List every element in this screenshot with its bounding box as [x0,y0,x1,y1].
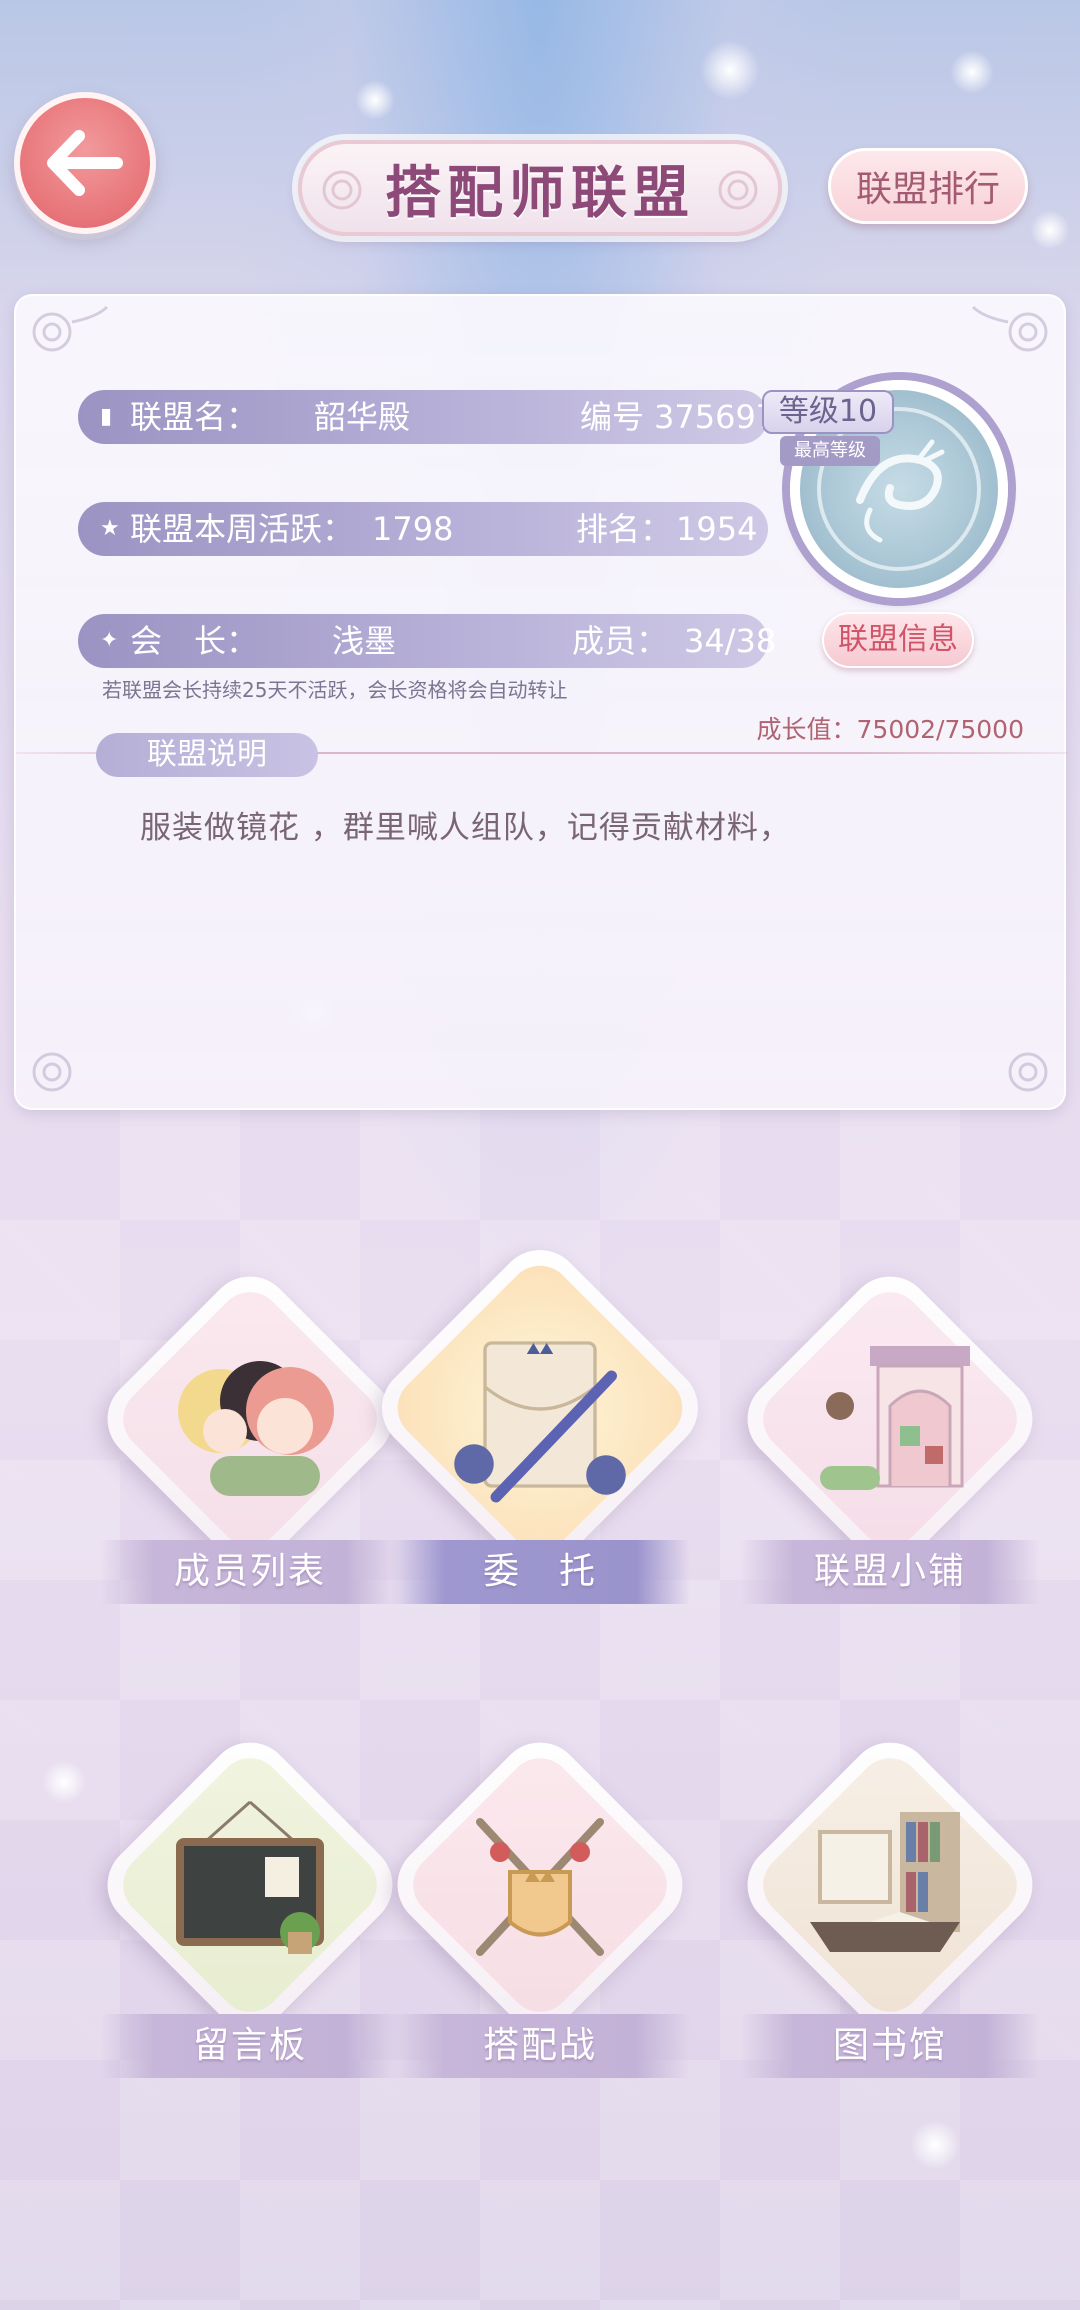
back-button[interactable] [14,92,156,234]
rose-corner-icon [32,305,109,352]
alliance-name-row: ▮ 联盟名： 韶华殿 编号 3756977 [78,390,797,444]
max-level-tag: 最高等级 [780,436,880,466]
alliance-id-label: 编号 [580,398,645,436]
crossed-swords-crest-icon [476,1818,604,1956]
alliance-description: 服装做镜花 ，群里喊人组队，记得贡献材料， [140,810,791,846]
library-tile[interactable]: 图书馆 [730,1725,1050,2086]
commission-tile[interactable]: 委 托 [364,1232,716,1610]
rose-ornament-icon [322,170,362,210]
leader-label: 会 长： [130,622,259,660]
rose-corner-icon [1008,1052,1048,1092]
alliance-shop-label: 联盟小铺 [740,1540,1040,1604]
rose-corner-icon [32,1052,72,1092]
page-title: 搭配师联盟 [385,160,695,226]
alliance-shop-tile[interactable]: 联盟小铺 [730,1259,1050,1610]
description-tab: 联盟说明 [96,733,318,777]
members-label: 成员： [572,622,669,660]
sparkle-decoration [42,1760,86,1804]
alliance-name-value: 韶华殿 [314,398,411,436]
styling-battle-label: 搭配战 [390,2014,690,2078]
rank-label: 排名： [576,510,673,548]
members-list-tile[interactable]: 成员列表 [90,1259,410,1610]
chalkboard-icon [176,1800,324,1954]
commission-label: 委 托 [390,1540,690,1604]
shop-storefront-icon [820,1346,970,1490]
leader-value: 浅墨 [332,622,397,660]
sparkle-decoration [355,80,395,120]
message-board-tile[interactable]: 留言板 [90,1725,410,2086]
sparkle-decoration [950,50,994,94]
page-title-plaque: 搭配师联盟 [298,140,782,236]
rank-value: 1954 [676,510,758,548]
styling-battle-tile[interactable]: 搭配战 [380,1725,700,2086]
growth-value: 成长值：75002/75000 [756,715,1024,744]
sparkle-decoration [1030,210,1070,250]
alliance-info-button[interactable]: 联盟信息 [822,612,974,668]
alliance-name-label: 联盟名： [130,398,259,436]
alliance-activity-row: ★ 联盟本周活跃： 1798 排名： 1954 [78,502,768,556]
alliance-leader-row: ✦ 会 长： 浅墨 成员： 34/38 [78,614,776,668]
sparkle-decoration [700,40,760,100]
activity-value: 1798 [372,510,454,548]
library-label: 图书馆 [740,2014,1040,2078]
alliance-ranking-button[interactable]: 联盟排行 [828,148,1028,224]
arrow-left-icon [47,130,123,196]
members-list-label: 成员列表 [100,1540,400,1604]
sparkle-icon: ✦ [100,628,119,653]
alliance-level-badge: 等级10 [762,390,894,434]
activity-label: 联盟本周活跃： [130,510,355,548]
sparkle-decoration [910,2120,960,2170]
book-icon: ▮ [100,404,113,429]
rose-corner-icon [971,305,1048,352]
members-value: 34/38 [684,622,777,660]
rose-ornament-icon [718,170,758,210]
leader-transfer-notice: 若联盟会长持续25天不活跃，会长资格将会自动转让 [102,678,568,702]
girls-portrait-icon [178,1361,334,1496]
star-icon: ★ [100,516,120,541]
message-board-label: 留言板 [100,2014,400,2078]
library-bookshelf-icon [810,1812,960,1952]
letter-quill-icon [454,1341,626,1503]
